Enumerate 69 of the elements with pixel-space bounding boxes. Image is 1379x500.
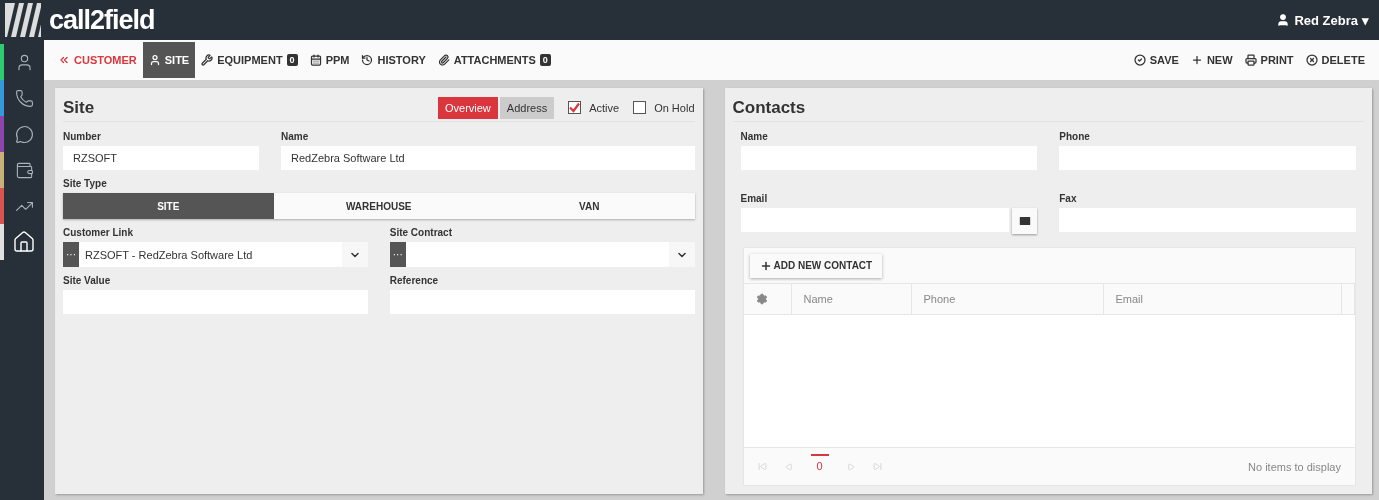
input-field[interactable] [740, 208, 1010, 232]
add-contact-button[interactable]: ADD NEW CONTACT [749, 253, 883, 278]
page-number[interactable]: 0 [810, 453, 829, 472]
logo-icon [5, 3, 41, 37]
sidebar-icon [12, 230, 36, 254]
dropdown-field[interactable]: ··· [389, 242, 695, 267]
tab-icon [201, 54, 214, 66]
panel-title: Site [63, 97, 95, 118]
column-header[interactable]: Phone [911, 284, 1104, 314]
toolbar-tab[interactable]: EQUIPMENT 0 [195, 42, 304, 78]
checkbox-label: Active [589, 101, 620, 114]
action-icon [1244, 54, 1257, 66]
tab-icon [361, 54, 374, 66]
count-badge: 0 [286, 54, 298, 66]
segment-option[interactable]: VAN [484, 193, 695, 219]
column-header[interactable]: Name [791, 284, 912, 314]
input-field[interactable]: RZSOFT [63, 146, 259, 170]
toolbar-action[interactable]: PRINT [1238, 54, 1300, 66]
user-menu[interactable]: Red Zebra ▾ [1276, 12, 1369, 28]
toolbar-action[interactable]: SAVE [1127, 54, 1185, 66]
toolbar-tab[interactable]: PPM [303, 42, 356, 78]
field-label: Site Type [63, 177, 108, 191]
panel-title: Contacts [732, 97, 806, 118]
dropdown-field[interactable]: ··· RZSOFT - RedZebra Software Ltd [63, 242, 368, 267]
toolbar-tab[interactable]: SITE [142, 42, 196, 78]
count-badge: 0 [539, 54, 551, 66]
pager-status: No items to display [1248, 460, 1341, 473]
segment-option[interactable]: SITE [63, 193, 274, 219]
email-button[interactable] [1012, 208, 1038, 234]
field-label: Site Contract [389, 226, 453, 240]
tab-icon [437, 54, 450, 66]
field-label: Site Value [63, 274, 112, 288]
checkbox-label: On Hold [654, 101, 695, 114]
toolbar-action[interactable]: DELETE [1299, 54, 1371, 66]
checkbox[interactable] [568, 101, 582, 114]
toolbar-tab[interactable]: CUSTOMER [52, 42, 143, 78]
tab-icon [58, 54, 70, 66]
sidebar-icon [14, 88, 34, 108]
settings-icon[interactable] [755, 293, 768, 305]
sidebar-icon [14, 124, 34, 144]
action-icon [1305, 54, 1318, 66]
sidebar-icon [14, 160, 34, 180]
field-label: Fax [1059, 192, 1078, 206]
plus-icon [759, 259, 772, 272]
input-field[interactable]: RedZebra Software Ltd [281, 146, 695, 170]
check-icon [569, 102, 581, 113]
field-label: Phone [1059, 130, 1091, 144]
segment-option[interactable]: WAREHOUSE [273, 193, 484, 219]
toolbar-tab[interactable]: ATTACHMENTS 0 [431, 42, 557, 78]
picker-button[interactable]: ··· [63, 242, 79, 267]
picker-button[interactable]: ··· [389, 242, 406, 267]
app-logo: call2field [49, 4, 155, 36]
tab-icon [148, 54, 161, 66]
column-header[interactable]: Email [1103, 284, 1342, 314]
toolbar-action[interactable]: NEW [1184, 54, 1239, 66]
field-label: Number [63, 130, 102, 144]
view-toggle[interactable]: Overview [437, 96, 498, 119]
action-icon [1133, 54, 1146, 66]
view-toggle[interactable]: Address [499, 96, 555, 119]
tab-icon [309, 54, 322, 66]
user-icon [1276, 13, 1291, 27]
field-label: Name [281, 130, 310, 144]
field-label: Name [740, 130, 769, 144]
toolbar-tab[interactable]: HISTORY [355, 42, 432, 78]
checkbox[interactable] [633, 101, 647, 114]
field-label: Customer Link [63, 226, 134, 240]
field-label: Reference [389, 274, 440, 288]
field-label: Email [740, 192, 769, 206]
action-icon [1190, 54, 1203, 66]
